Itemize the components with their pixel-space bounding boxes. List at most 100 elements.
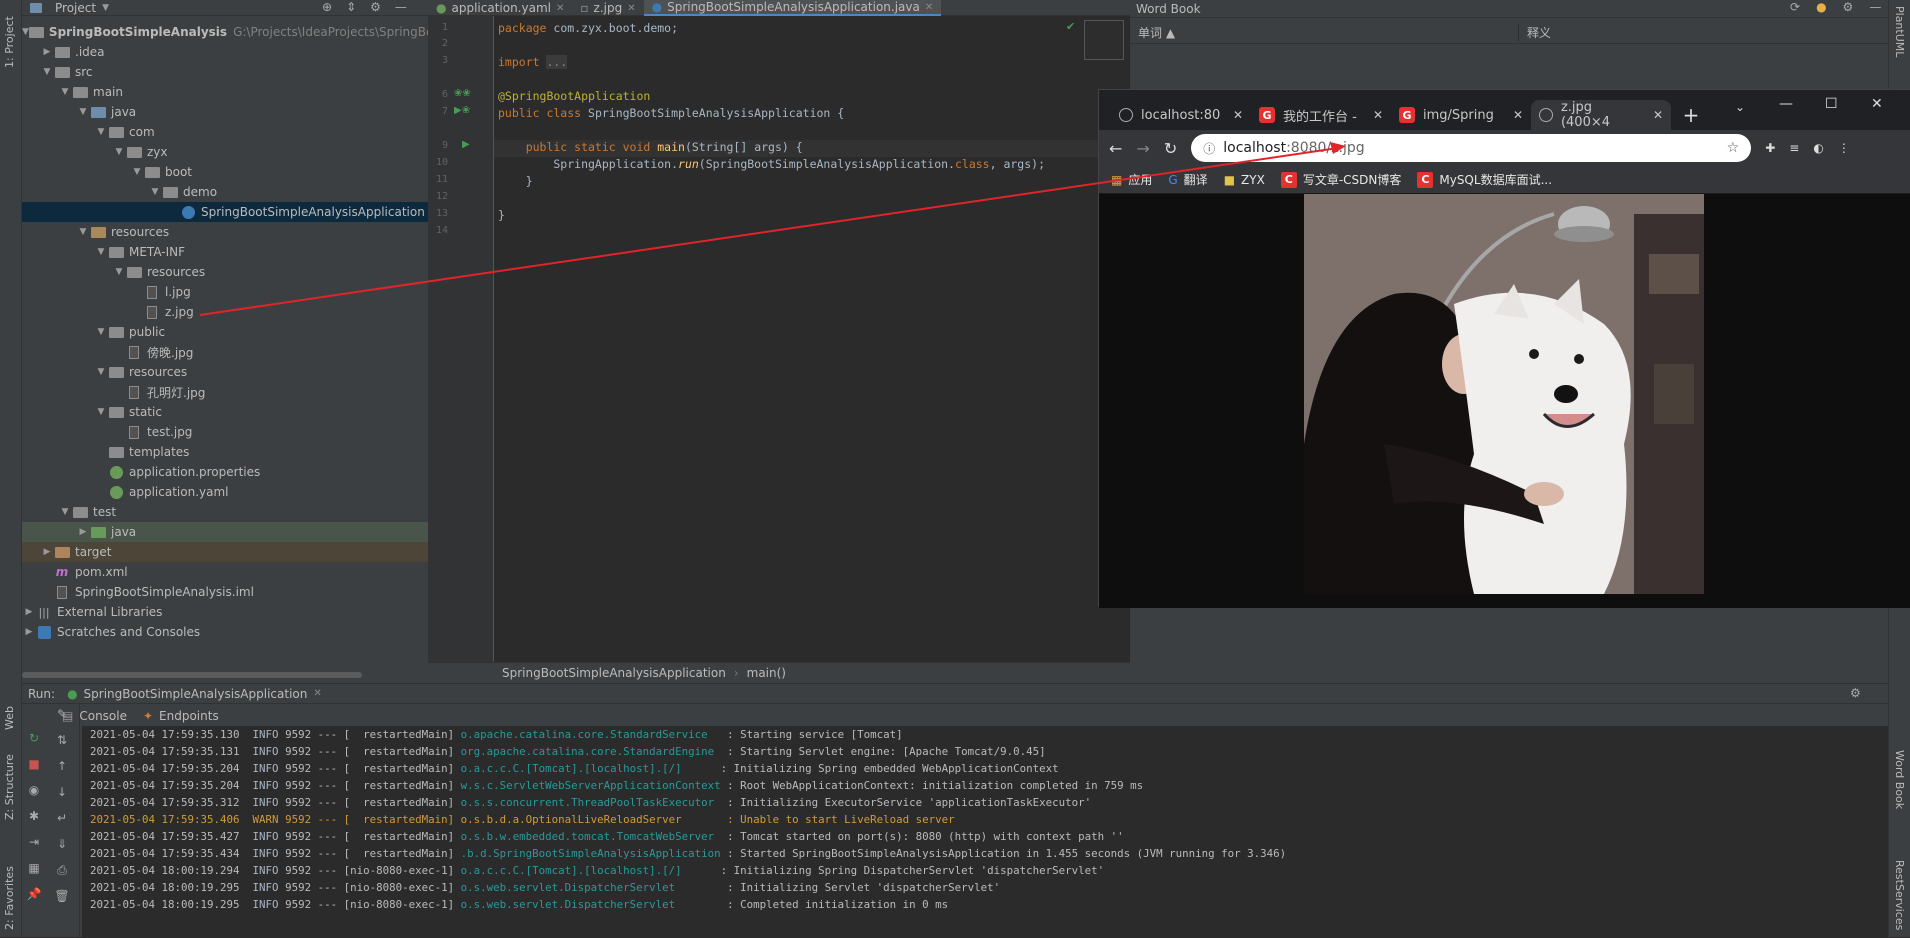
tree-node[interactable]: ▼ static	[22, 402, 428, 422]
new-tab-button[interactable]: +	[1671, 100, 1711, 130]
reading-list-icon[interactable]: ≡	[1789, 141, 1799, 155]
chevron-right-icon[interactable]: ▶	[22, 627, 36, 637]
tree-node[interactable]: 傍晚.jpg	[22, 342, 428, 362]
tree-node-selected[interactable]: SpringBootSimpleAnalysisApplication	[22, 202, 428, 222]
word-book-tool-button[interactable]: Word Book	[1893, 750, 1906, 830]
bookmark-csdn[interactable]: C 写文章-CSDN博客	[1280, 171, 1401, 188]
tree-node[interactable]: ▼ resources	[22, 362, 428, 382]
chevron-down-icon[interactable]: ▼	[40, 67, 54, 77]
chevron-down-icon[interactable]: ▼	[94, 367, 108, 377]
scroll-end-icon[interactable]: ⇓	[52, 834, 72, 854]
breadcrumb-class[interactable]: SpringBootSimpleAnalysisApplication	[502, 666, 726, 680]
reload-button[interactable]: ↻	[1164, 139, 1177, 158]
code-line-11[interactable]: }	[498, 174, 533, 188]
tab-application-yaml[interactable]: ● application.yaml ✕	[428, 0, 572, 16]
close-icon[interactable]: ✕	[1373, 108, 1383, 122]
close-icon[interactable]: ✕	[627, 3, 635, 14]
chevron-down-icon[interactable]: ▼	[94, 407, 108, 417]
chevron-right-icon[interactable]: ▶	[76, 527, 90, 537]
print-icon[interactable]: ⎙	[52, 860, 72, 880]
maximize-window-button[interactable]: ☐	[1825, 96, 1838, 112]
tree-node[interactable]: 孔明灯.jpg	[22, 382, 428, 402]
sort-icon[interactable]: ⇅	[52, 730, 72, 750]
profile-icon[interactable]: ◐	[1813, 141, 1823, 155]
tree-node[interactable]: ▼ java	[22, 102, 428, 122]
chevron-down-icon[interactable]: ▼	[112, 267, 126, 277]
close-icon[interactable]: ✕	[925, 2, 933, 13]
console-output[interactable]: 2021-05-04 17:59:35.130 INFO 9592 --- [ …	[82, 726, 1888, 938]
run-gutter-icon[interactable]: ▶❀	[454, 105, 470, 116]
tree-node[interactable]: ▶ java	[22, 522, 428, 542]
edit-icon[interactable]: ✎	[52, 704, 72, 724]
displayed-image[interactable]	[1304, 194, 1704, 594]
close-icon[interactable]: ✕	[1653, 108, 1663, 122]
horizontal-scrollbar[interactable]	[22, 672, 362, 678]
chevron-down-icon[interactable]: ▼	[58, 507, 72, 517]
tree-node[interactable]: test.jpg	[22, 422, 428, 442]
tree-node[interactable]: l.jpg	[22, 282, 428, 302]
rerun-icon[interactable]: ↻	[24, 728, 44, 748]
bookmark-translate[interactable]: G 翻译	[1168, 171, 1207, 188]
camera-icon[interactable]: ◉	[24, 780, 44, 800]
gear-icon[interactable]: ⚙	[1843, 0, 1854, 14]
project-panel-title[interactable]: Project	[55, 1, 96, 15]
chevron-down-icon[interactable]: ▼	[76, 227, 90, 237]
chevron-right-icon[interactable]: ▶	[40, 547, 54, 557]
tree-node[interactable]: ▼ test	[22, 502, 428, 522]
structure-tool-button[interactable]: Z: Structure	[3, 740, 16, 820]
tree-node[interactable]: ▼ SpringBootSimpleAnalysis G:\Projects\Ide…	[22, 22, 456, 42]
tree-node[interactable]: templates	[22, 442, 428, 462]
tree-node[interactable]: SpringBootSimpleAnalysis.iml	[22, 582, 428, 602]
breadcrumb-method[interactable]: main()	[747, 666, 786, 680]
back-button[interactable]: ←	[1109, 139, 1122, 158]
minimap[interactable]	[1084, 20, 1124, 60]
tree-node[interactable]: ▼ zyx	[22, 142, 428, 162]
tab-search-icon[interactable]: ⌄	[1735, 100, 1745, 114]
info-icon[interactable]: ⓘ	[1203, 140, 1215, 157]
tree-node[interactable]: z.jpg	[22, 302, 428, 322]
tree-node[interactable]: ▼ public	[22, 322, 428, 342]
bookmark-folder-zyx[interactable]: ■ ZYX	[1224, 173, 1265, 187]
chevron-down-icon[interactable]: ▼	[22, 27, 29, 37]
layout-icon[interactable]: ▦	[24, 858, 44, 878]
wrap-icon[interactable]: ↵	[52, 808, 72, 828]
rest-services-tool-button[interactable]: RestServices	[1893, 860, 1906, 930]
browser-tab[interactable]: Gimg/Spring ✕	[1391, 100, 1531, 130]
up-icon[interactable]: ↑	[52, 756, 72, 776]
chevron-down-icon[interactable]: ▼	[130, 167, 144, 177]
forward-button[interactable]: →	[1136, 139, 1149, 158]
chevron-down-icon[interactable]: ▼	[58, 87, 72, 97]
chevron-down-icon[interactable]: ▼	[148, 187, 162, 197]
code-line-6[interactable]: @SpringBootApplication	[498, 89, 650, 103]
tree-node[interactable]: application.properties	[22, 462, 428, 482]
extensions-icon[interactable]: ✚	[1765, 141, 1775, 155]
tab-endpoints[interactable]: ✦ Endpoints	[143, 709, 219, 723]
tree-node[interactable]: ▼ resources	[22, 262, 428, 282]
star-icon[interactable]: ☆	[1727, 140, 1740, 156]
tree-node[interactable]: ▼ com	[22, 122, 428, 142]
pin-icon[interactable]: 📌	[24, 884, 44, 904]
trash-icon[interactable]: 🗑	[52, 886, 72, 906]
close-icon[interactable]: ✕	[1233, 108, 1243, 122]
tree-node[interactable]: ▶ target	[22, 542, 428, 562]
bookmark-mysql[interactable]: C MySQL数据库面试...	[1417, 171, 1552, 188]
chevron-right-icon[interactable]: ▶	[22, 607, 36, 617]
locate-icon[interactable]: ⊕	[322, 0, 332, 14]
code-line-7[interactable]: public class SpringBootSimpleAnalysisApp…	[498, 106, 844, 120]
chevron-down-icon[interactable]: ▼	[94, 247, 108, 257]
bulb-icon[interactable]: ●	[1816, 0, 1826, 14]
close-icon[interactable]: ✕	[556, 3, 564, 14]
tree-node[interactable]: ▼ src	[22, 62, 428, 82]
tree-node[interactable]: ▼ boot	[22, 162, 428, 182]
web-tool-button[interactable]: Web	[3, 680, 16, 730]
gear-icon[interactable]: ⚙	[1850, 686, 1861, 700]
tree-node[interactable]: m pom.xml	[22, 562, 428, 582]
chevron-down-icon[interactable]: ▼	[112, 147, 126, 157]
run-config-tab[interactable]: ● SpringBootSimpleAnalysisApplication ✕	[67, 687, 322, 701]
code-line-10[interactable]: SpringApplication.run(SpringBootSimpleAn…	[498, 157, 1045, 171]
gear-icon[interactable]: ⚙	[370, 0, 381, 14]
run-main-gutter-icon[interactable]: ▶	[462, 139, 470, 150]
code-line-13[interactable]: }	[498, 208, 505, 222]
chevron-right-icon[interactable]: ▶	[40, 47, 54, 57]
tree-node[interactable]: ▶ ||| External Libraries	[22, 602, 428, 622]
